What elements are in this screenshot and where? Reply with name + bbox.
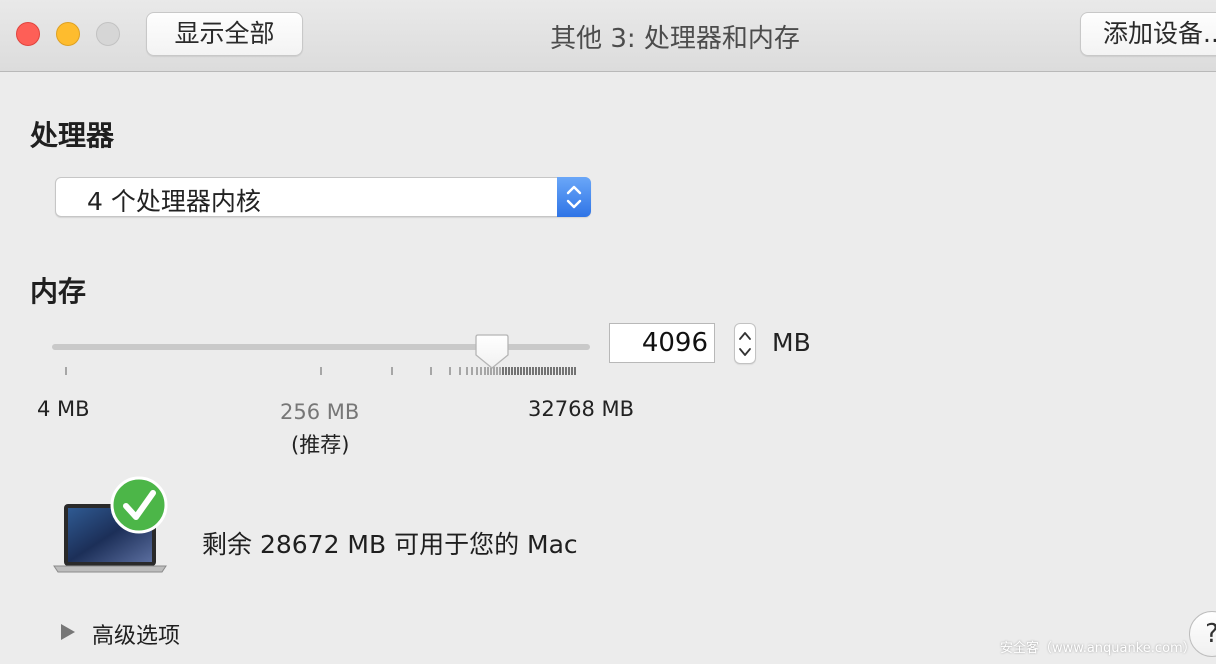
window-title: 其他 3: 处理器和内存	[550, 24, 800, 54]
chevron-updown-icon	[739, 332, 751, 356]
memory-slider-thumb[interactable]	[474, 333, 510, 375]
processor-cores-value: 4 个处理器内核	[87, 187, 261, 216]
macbook-icon	[52, 474, 172, 580]
zoom-icon[interactable]	[96, 22, 120, 46]
slider-recommended-label: 256 MB	[280, 400, 360, 424]
advanced-options-toggle[interactable]: 高级选项	[92, 618, 180, 650]
show-all-button[interactable]: 显示全部	[146, 12, 303, 56]
minimize-icon[interactable]	[56, 22, 80, 46]
slider-recommended-note: (推荐)	[291, 433, 350, 457]
checkmark-badge-icon	[110, 476, 168, 534]
memory-value-field[interactable]: 4096	[609, 323, 715, 363]
memory-heading: 内存	[30, 275, 87, 308]
add-device-button[interactable]: 添加设备...	[1080, 12, 1216, 56]
memory-slider-ticks	[65, 367, 576, 375]
disclosure-triangle-icon[interactable]	[60, 623, 76, 645]
processor-cores-popup[interactable]: 4 个处理器内核	[55, 177, 591, 217]
memory-stepper[interactable]	[734, 323, 756, 364]
watermark: 安全客（www.anquanke.com）	[1000, 641, 1196, 656]
close-icon[interactable]	[16, 22, 40, 46]
processor-heading: 处理器	[30, 119, 115, 152]
memory-unit-label: MB	[772, 328, 811, 357]
title-bar: 显示全部 其他 3: 处理器和内存 添加设备...	[0, 0, 1216, 72]
slider-min-label: 4 MB	[37, 397, 90, 421]
chevron-updown-icon	[557, 177, 591, 217]
slider-max-label: 32768 MB	[528, 397, 635, 421]
available-memory-text: 剩余 28672 MB 可用于您的 Mac	[202, 530, 578, 559]
